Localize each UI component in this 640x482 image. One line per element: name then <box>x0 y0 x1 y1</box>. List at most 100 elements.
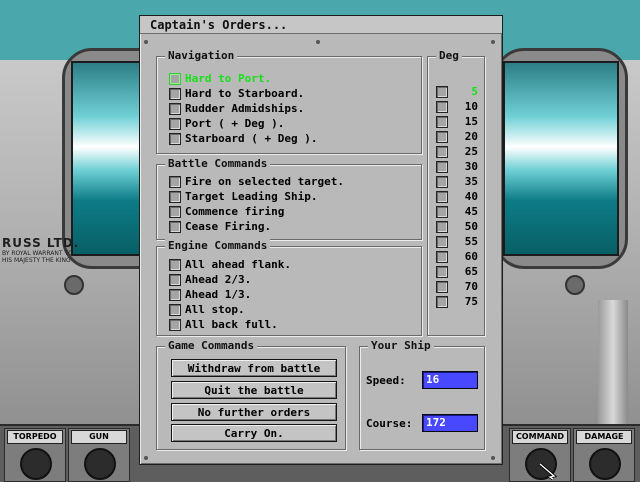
battle-option-target-leading[interactable]: Target Leading Ship. <box>169 189 317 204</box>
option-label: Hard to Starboard. <box>185 87 305 100</box>
battle-option-cease-firing[interactable]: Cease Firing. <box>169 219 271 234</box>
checkbox[interactable] <box>436 295 448 308</box>
engine-option-ahead-flank[interactable]: All ahead flank. <box>169 257 291 272</box>
option-label: Ahead 2/3. <box>185 273 252 286</box>
deg-option-45[interactable]: 45 <box>436 204 478 219</box>
checkbox[interactable] <box>436 85 448 98</box>
engine-option-all-stop[interactable]: All stop. <box>169 302 245 317</box>
deg-value: 30 <box>464 160 478 173</box>
torpedo-station-button[interactable]: TORPEDO <box>4 428 66 482</box>
dialog-title: Captain's Orders... <box>140 16 502 34</box>
battle-title: Battle Commands <box>165 157 271 171</box>
quit-button[interactable]: Quit the battle <box>171 381 337 399</box>
checkbox[interactable] <box>436 220 448 233</box>
damage-label: DAMAGE <box>576 430 632 444</box>
checkbox[interactable] <box>436 205 448 218</box>
knob-icon <box>589 448 621 480</box>
rivet-icon <box>316 40 320 44</box>
bolt-icon <box>565 275 585 295</box>
checkbox[interactable] <box>169 72 181 85</box>
checkbox[interactable] <box>169 132 181 145</box>
checkbox[interactable] <box>436 265 448 278</box>
degrees-title: Deg <box>436 49 462 63</box>
checkbox[interactable] <box>169 288 181 301</box>
nav-option-hard-to-starboard[interactable]: Hard to Starboard. <box>169 86 304 101</box>
checkbox[interactable] <box>169 273 181 286</box>
deg-option-70[interactable]: 70 <box>436 279 478 294</box>
option-label: Ahead 1/3. <box>185 288 252 301</box>
command-label: COMMAND <box>512 430 568 444</box>
deg-value: 60 <box>464 250 478 263</box>
deg-option-50[interactable]: 50 <box>436 219 478 234</box>
checkbox[interactable] <box>436 235 448 248</box>
nav-option-rudder-admidships[interactable]: Rudder Admidships. <box>169 101 304 116</box>
bolt-icon <box>64 275 84 295</box>
checkbox[interactable] <box>169 175 181 188</box>
checkbox[interactable] <box>169 190 181 203</box>
checkbox[interactable] <box>169 205 181 218</box>
nav-option-port-deg[interactable]: Port ( + Deg ). <box>169 116 284 131</box>
engine-option-back-full[interactable]: All back full. <box>169 317 278 332</box>
deg-option-75[interactable]: 75 <box>436 294 478 309</box>
course-field: 172 <box>422 414 478 432</box>
checkbox[interactable] <box>169 102 181 115</box>
checkbox[interactable] <box>436 160 448 173</box>
nav-option-starboard-deg[interactable]: Starboard ( + Deg ). <box>169 131 317 146</box>
knob-icon <box>20 448 52 480</box>
battle-option-commence-firing[interactable]: Commence firing <box>169 204 284 219</box>
deg-value: 20 <box>464 130 478 143</box>
checkbox[interactable] <box>169 258 181 271</box>
checkbox[interactable] <box>169 117 181 130</box>
withdraw-button[interactable]: Withdraw from battle <box>171 359 337 377</box>
deg-value: 5 <box>471 85 478 98</box>
checkbox[interactable] <box>436 145 448 158</box>
deg-option-25[interactable]: 25 <box>436 144 478 159</box>
option-label: Fire on selected target. <box>185 175 344 188</box>
deg-option-60[interactable]: 60 <box>436 249 478 264</box>
deg-value: 10 <box>464 100 478 113</box>
damage-station-button[interactable]: DAMAGE <box>573 428 635 482</box>
engine-option-ahead-one-third[interactable]: Ahead 1/3. <box>169 287 251 302</box>
deg-value: 50 <box>464 220 478 233</box>
checkbox[interactable] <box>436 190 448 203</box>
maker-name: RUSS LTD. <box>2 236 80 250</box>
maker-warrant: BY ROYAL WARRANT TO HIS MAJESTY THE KING <box>2 250 73 264</box>
carry-on-button[interactable]: Carry On. <box>171 424 337 442</box>
checkbox[interactable] <box>436 100 448 113</box>
checkbox[interactable] <box>169 318 181 331</box>
no-further-orders-button[interactable]: No further orders <box>171 403 337 421</box>
checkbox[interactable] <box>169 303 181 316</box>
deg-option-15[interactable]: 15 <box>436 114 478 129</box>
deg-option-30[interactable]: 30 <box>436 159 478 174</box>
viewport-screen <box>503 61 619 256</box>
option-label: Port ( + Deg ). <box>185 117 285 130</box>
game-title: Game Commands <box>165 339 258 353</box>
checkbox[interactable] <box>436 175 448 188</box>
deg-option-20[interactable]: 20 <box>436 129 478 144</box>
nav-option-hard-to-port[interactable]: Hard to Port. <box>169 71 271 86</box>
gun-station-button[interactable]: GUN <box>68 428 130 482</box>
deg-option-5[interactable]: 5 <box>436 84 478 99</box>
engine-option-ahead-two-thirds[interactable]: Ahead 2/3. <box>169 272 251 287</box>
engine-commands-group: Engine Commands All ahead flank. Ahead 2… <box>156 239 422 336</box>
degrees-group: Deg 5 10 15 20 25 30 35 40 45 50 55 60 6… <box>427 49 485 336</box>
deg-option-10[interactable]: 10 <box>436 99 478 114</box>
checkbox[interactable] <box>169 87 181 100</box>
option-label: All stop. <box>185 303 245 316</box>
checkbox[interactable] <box>169 220 181 233</box>
deg-option-40[interactable]: 40 <box>436 189 478 204</box>
deg-option-55[interactable]: 55 <box>436 234 478 249</box>
checkbox[interactable] <box>436 130 448 143</box>
deg-option-65[interactable]: 65 <box>436 264 478 279</box>
option-label: Starboard ( + Deg ). <box>185 132 318 145</box>
option-label: All back full. <box>185 318 278 331</box>
deg-value: 70 <box>464 280 478 293</box>
checkbox[interactable] <box>436 250 448 263</box>
deg-option-35[interactable]: 35 <box>436 174 478 189</box>
checkbox[interactable] <box>436 280 448 293</box>
deg-value: 45 <box>464 205 478 218</box>
option-label: Target Leading Ship. <box>185 190 318 203</box>
checkbox[interactable] <box>436 115 448 128</box>
rivet-icon <box>144 456 148 460</box>
battle-option-fire-on-target[interactable]: Fire on selected target. <box>169 174 344 189</box>
